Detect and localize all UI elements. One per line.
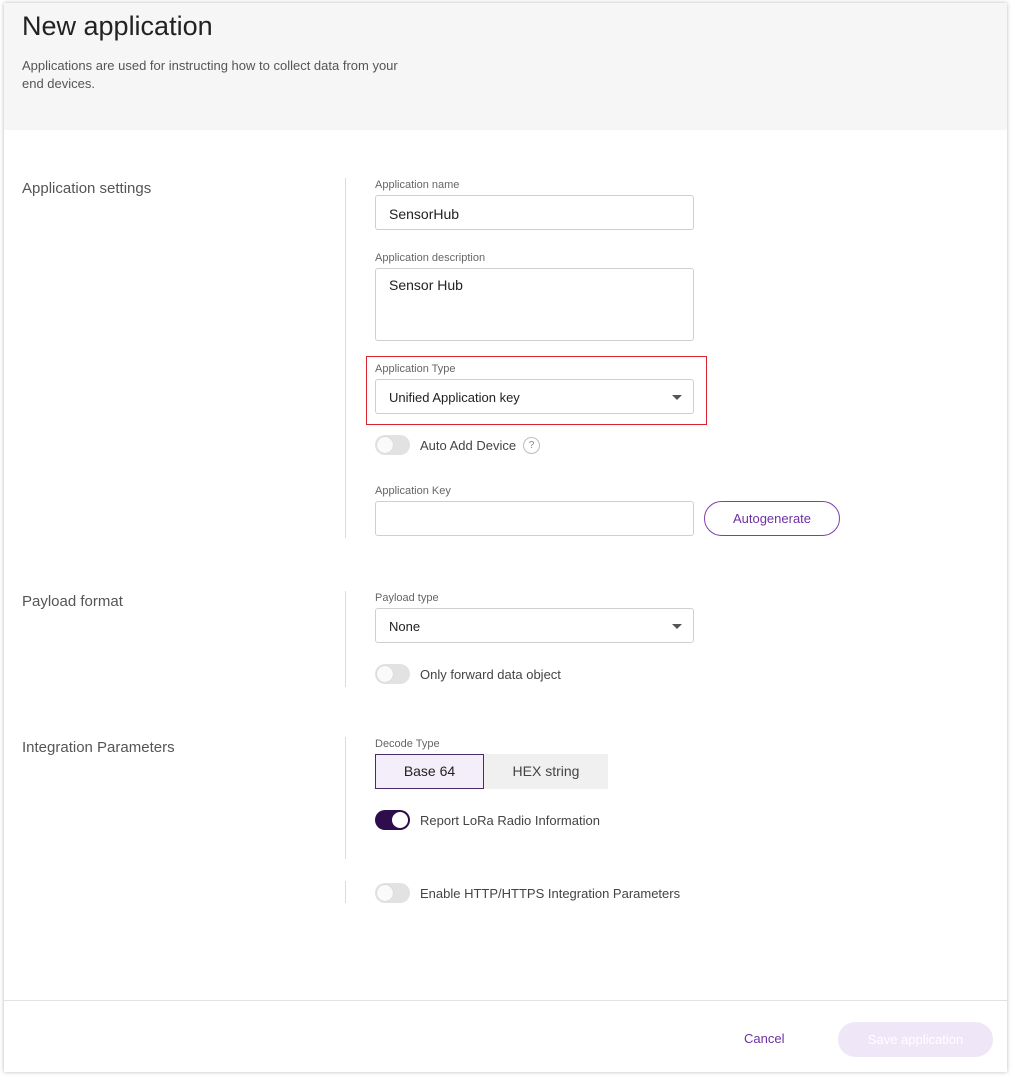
application-type-label: Application Type	[375, 363, 456, 375]
section-divider	[345, 881, 346, 903]
decode-type-base64-option[interactable]: Base 64	[375, 754, 484, 789]
application-description-input[interactable]: Sensor Hub	[375, 268, 694, 341]
toggle-knob	[377, 666, 393, 682]
help-icon[interactable]: ?	[523, 437, 540, 454]
chevron-down-icon	[672, 395, 682, 400]
section-title-payload-format: Payload format	[22, 593, 123, 610]
application-type-value: Unified Application key	[389, 390, 520, 405]
payload-type-select[interactable]: None	[375, 608, 694, 643]
section-divider	[345, 591, 346, 687]
application-key-input[interactable]	[375, 501, 694, 536]
section-title-application-settings: Application settings	[22, 180, 152, 197]
only-forward-data-object-label: Only forward data object	[420, 667, 561, 682]
footer-divider	[4, 1000, 1007, 1001]
auto-add-device-toggle[interactable]	[375, 435, 410, 455]
chevron-down-icon	[672, 624, 682, 629]
enable-http-integration-toggle[interactable]	[375, 883, 410, 903]
application-type-select[interactable]: Unified Application key	[375, 379, 694, 414]
auto-add-device-label: Auto Add Device	[420, 438, 517, 453]
decode-type-hex-option[interactable]: HEX string	[484, 754, 608, 789]
new-application-panel: New application Applications are used fo…	[4, 3, 1007, 1072]
report-lora-radio-toggle[interactable]	[375, 810, 410, 830]
page-title: New application	[22, 11, 213, 41]
enable-http-integration-label: Enable HTTP/HTTPS Integration Parameters	[420, 886, 681, 901]
toggle-knob	[377, 437, 393, 453]
section-title-integration-parameters: Integration Parameters	[22, 739, 175, 756]
section-divider	[345, 737, 346, 859]
page-subtitle: Applications are used for instructing ho…	[22, 58, 398, 91]
section-divider	[345, 178, 346, 538]
application-name-input[interactable]: SensorHub	[375, 195, 694, 230]
decode-type-label: Decode Type	[375, 738, 440, 750]
payload-type-label: Payload type	[375, 592, 439, 604]
application-description-label: Application description	[375, 252, 486, 264]
report-lora-radio-label: Report LoRa Radio Information	[420, 813, 600, 828]
save-application-button[interactable]: Save application	[838, 1022, 993, 1057]
toggle-knob	[392, 812, 408, 828]
payload-type-value: None	[389, 619, 421, 634]
cancel-button[interactable]: Cancel	[744, 1031, 784, 1046]
application-name-label: Application name	[375, 179, 460, 191]
toggle-knob	[377, 885, 393, 901]
page-header: New application Applications are used fo…	[4, 3, 1007, 130]
only-forward-data-object-toggle[interactable]	[375, 664, 410, 684]
autogenerate-button[interactable]: Autogenerate	[704, 501, 840, 536]
application-key-label: Application Key	[375, 485, 451, 497]
